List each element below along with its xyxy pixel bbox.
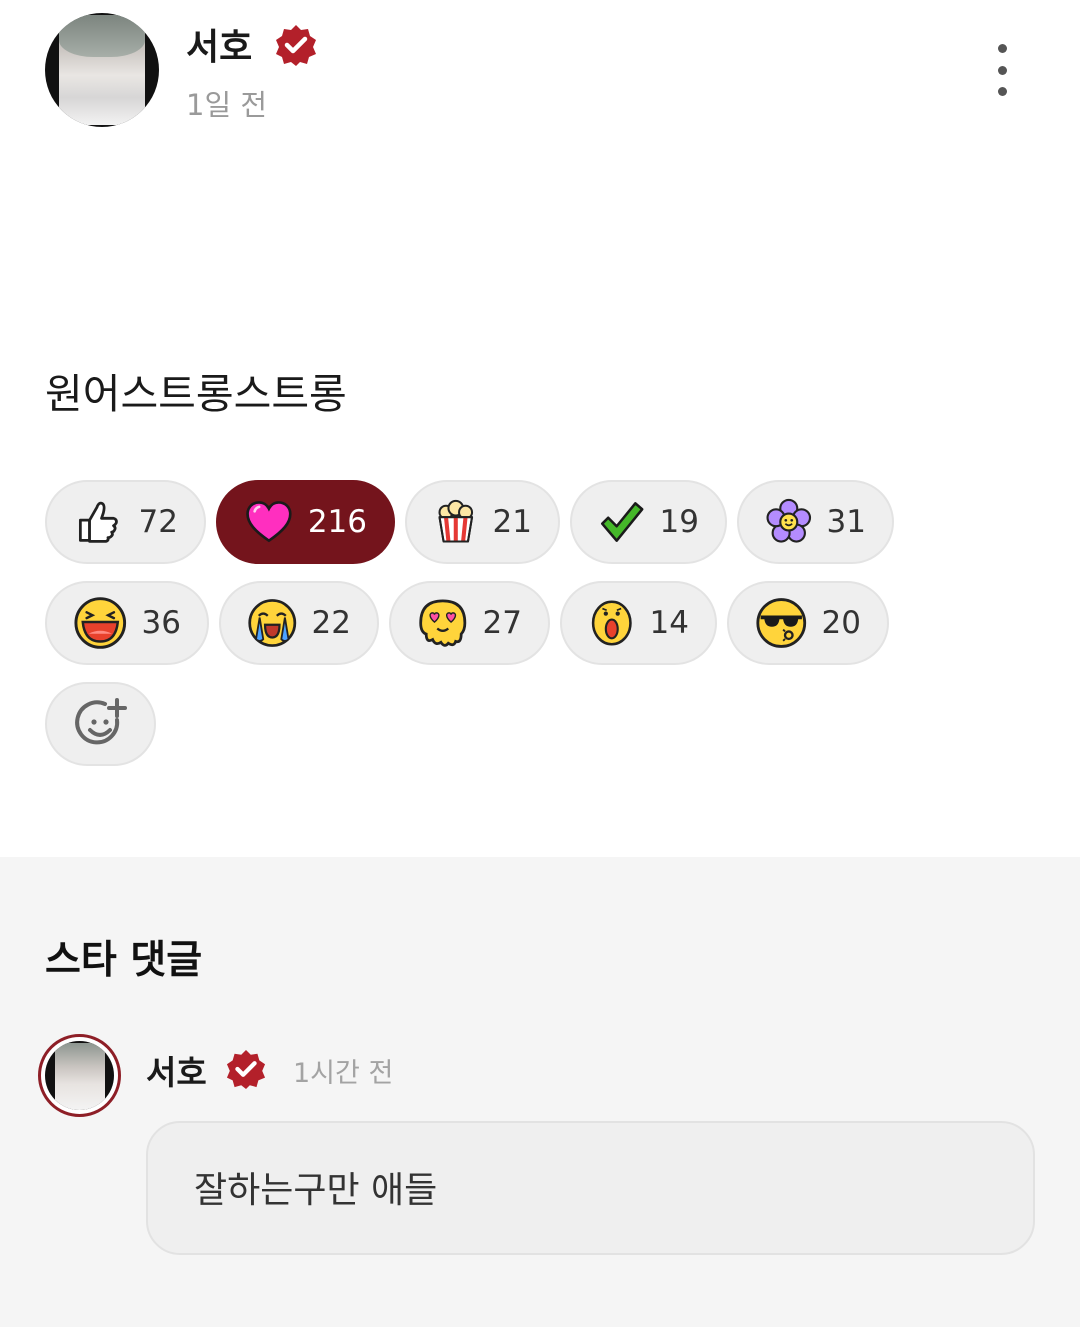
checkmark-icon xyxy=(600,502,644,542)
reaction-count: 36 xyxy=(141,605,181,641)
reaction-count: 27 xyxy=(482,605,522,641)
crying-face-icon xyxy=(248,599,297,647)
reaction-count: 20 xyxy=(821,605,861,641)
reaction-crying[interactable]: 22 xyxy=(219,581,379,665)
reaction-laughing[interactable]: 36 xyxy=(45,581,209,665)
star-comments-section: 스타 댓글 서호 1시간 전 잘하는구만 애들 xyxy=(0,857,1080,1327)
verified-badge-icon xyxy=(226,1049,266,1089)
author-name[interactable]: 서호 xyxy=(186,18,252,70)
reaction-count: 72 xyxy=(138,504,178,540)
popcorn-icon xyxy=(438,499,474,543)
reaction-count: 19 xyxy=(659,504,699,540)
verified-badge-icon xyxy=(276,25,316,66)
surprised-face-icon xyxy=(591,600,632,646)
heart-icon xyxy=(246,501,292,543)
reaction-flower[interactable]: 31 xyxy=(737,480,894,564)
post-time: 1일 전 xyxy=(186,88,268,122)
reaction-heart[interactable]: 216 xyxy=(216,480,395,564)
star-comments-title: 스타 댓글 xyxy=(45,938,203,983)
reaction-thumbs-up[interactable]: 72 xyxy=(45,480,206,564)
reaction-bar: 72 216 21 19 31 36 22 27 14 20 xyxy=(45,480,1035,783)
reaction-popcorn[interactable]: 21 xyxy=(405,480,560,564)
sunglasses-face-icon xyxy=(756,598,807,648)
laughing-face-icon xyxy=(74,597,127,649)
reaction-count: 31 xyxy=(826,504,866,540)
post-text: 원어스트롱스트롱 xyxy=(45,370,347,418)
thumbs-up-icon xyxy=(78,501,118,543)
reaction-sunglasses[interactable]: 20 xyxy=(727,581,889,665)
reaction-heart-eyes[interactable]: 27 xyxy=(389,581,550,665)
reaction-surprised[interactable]: 14 xyxy=(560,581,717,665)
more-options-icon[interactable] xyxy=(985,44,1019,96)
commenter-name[interactable]: 서호 xyxy=(146,1046,207,1094)
reaction-checkmark[interactable]: 19 xyxy=(570,480,727,564)
author-avatar[interactable] xyxy=(45,13,159,127)
reaction-count: 216 xyxy=(307,504,367,540)
post-header: 서호 1일 전 xyxy=(0,0,1080,150)
comment-text: 잘하는구만 애들 xyxy=(194,1170,438,1211)
add-emoji-icon xyxy=(74,698,127,745)
reaction-count: 22 xyxy=(311,605,351,641)
reaction-count: 14 xyxy=(649,605,689,641)
commenter-avatar[interactable] xyxy=(38,1034,121,1117)
comment-bubble[interactable]: 잘하는구만 애들 xyxy=(146,1121,1035,1255)
reaction-count: 21 xyxy=(492,504,532,540)
heart-eyes-melting-face-icon xyxy=(419,599,467,647)
flower-icon xyxy=(766,498,812,543)
add-reaction-button[interactable] xyxy=(45,682,156,766)
comment-time: 1시간 전 xyxy=(293,1058,394,1089)
